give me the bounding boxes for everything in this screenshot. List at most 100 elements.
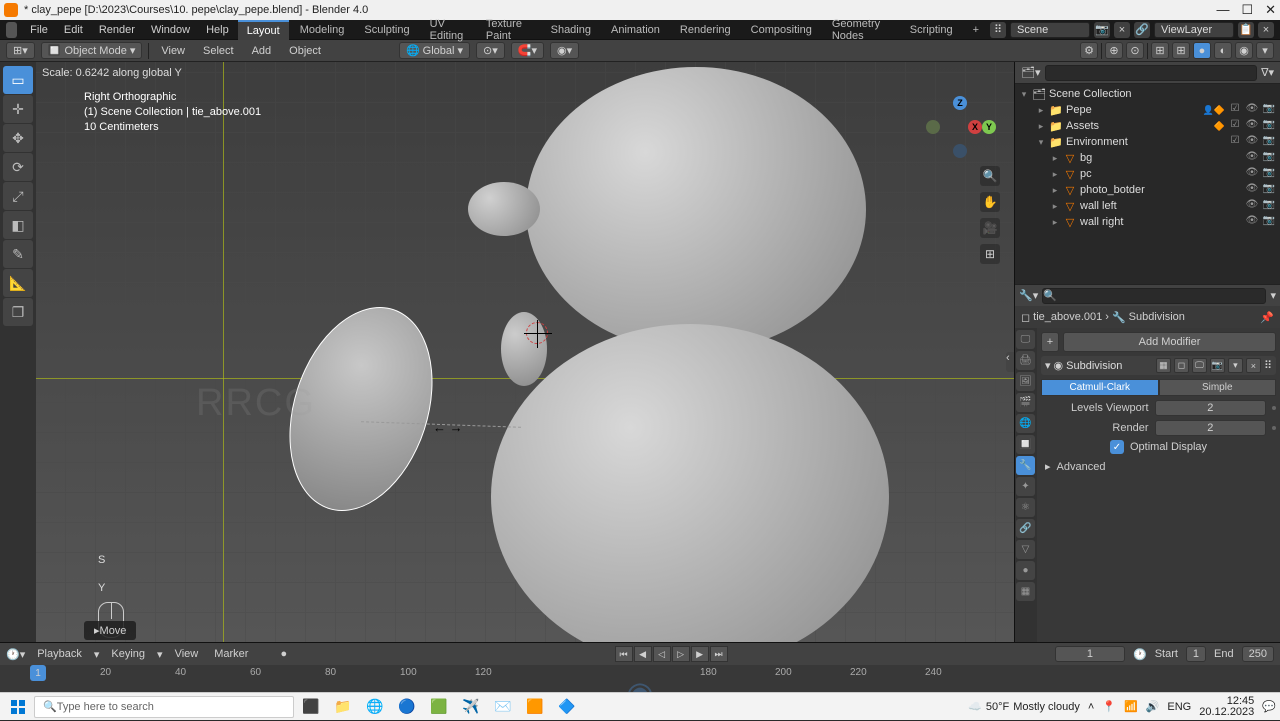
nav-gizmo[interactable]: Z X Y bbox=[926, 94, 996, 164]
preview-range-icon[interactable]: 🕐 bbox=[1133, 648, 1147, 661]
mod-dropdown-icon[interactable]: ▾ bbox=[1228, 358, 1243, 373]
end-frame[interactable]: 250 bbox=[1242, 646, 1274, 662]
tab-viewlayer-icon[interactable]: 🖼 bbox=[1016, 372, 1035, 391]
filter-icon[interactable]: ⚙ bbox=[1080, 42, 1098, 59]
taskbar-app2[interactable]: 🟩 bbox=[424, 693, 454, 721]
tab-world-icon[interactable]: 🌐 bbox=[1016, 414, 1035, 433]
tl-view[interactable]: View bbox=[171, 647, 203, 661]
add-modifier-plus[interactable]: + bbox=[1041, 332, 1059, 352]
tab-object-icon[interactable]: 🔲 bbox=[1016, 435, 1035, 454]
outliner-filter-icon[interactable]: ∇▾ bbox=[1261, 66, 1274, 79]
window-maximize[interactable]: ☐ bbox=[1241, 2, 1253, 18]
add-modifier-button[interactable]: Add Modifier bbox=[1063, 332, 1276, 352]
overlay-toggle-icon[interactable]: ⊙ bbox=[1126, 42, 1144, 59]
tab-modifier-icon[interactable]: 🔧 bbox=[1016, 456, 1035, 475]
tl-marker[interactable]: Marker bbox=[210, 647, 252, 661]
layer-browse-icon[interactable]: 🔗 bbox=[1134, 22, 1150, 38]
menu-file[interactable]: File bbox=[23, 22, 55, 38]
pan-icon[interactable]: ✋ bbox=[980, 192, 1000, 212]
editor-type-dropdown[interactable]: ⊞▾ bbox=[6, 42, 35, 59]
timeline-cursor[interactable]: 1 bbox=[30, 665, 46, 681]
lang-indicator[interactable]: ENG bbox=[1167, 701, 1191, 713]
taskbar-search[interactable]: 🔍 Type here to search bbox=[34, 696, 294, 718]
pivot-dropdown[interactable]: ⊙▾ bbox=[476, 42, 505, 59]
play-icon[interactable]: ▷ bbox=[672, 646, 690, 662]
workspace-sculpting[interactable]: Sculpting bbox=[355, 21, 418, 39]
notification-icon[interactable]: 💬 bbox=[1262, 700, 1276, 713]
gizmo-toggle-icon[interactable]: ⊕ bbox=[1105, 42, 1123, 59]
xray-toggle-icon[interactable]: ⊞ bbox=[1151, 42, 1169, 59]
render-levels-value[interactable]: 2 bbox=[1155, 420, 1267, 436]
shading-wire-icon[interactable]: ⊞ bbox=[1172, 42, 1190, 59]
tab-texture-icon[interactable]: ▦ bbox=[1016, 582, 1035, 601]
workspace-layout[interactable]: Layout bbox=[238, 20, 289, 40]
tl-keying[interactable]: Keying bbox=[107, 647, 149, 661]
mod-cage-toggle-icon[interactable]: ◻ bbox=[1174, 358, 1189, 373]
location-icon[interactable]: 📍 bbox=[1102, 700, 1116, 713]
timeline-track[interactable]: 1 20 40 60 80 100 120 180 200 220 240 bbox=[0, 665, 1280, 692]
menu-render[interactable]: Render bbox=[92, 22, 142, 38]
workspace-texpaint[interactable]: Texture Paint bbox=[477, 15, 540, 45]
keyframe-dot-icon[interactable] bbox=[1272, 406, 1276, 410]
tab-output-icon[interactable]: 🖨 bbox=[1016, 351, 1035, 370]
timeline-type-icon[interactable]: 🕐▾ bbox=[6, 648, 25, 661]
modifier-header[interactable]: ▾ ◉ Subdivision ▦ ◻ 🖵 📷 ▾ × ⠿ bbox=[1041, 356, 1276, 375]
tool-addcube[interactable]: ❐ bbox=[3, 298, 33, 326]
orientation-dropdown[interactable]: 🌐 Global ▾ bbox=[399, 42, 470, 59]
jump-start-icon[interactable]: ⏮ bbox=[615, 646, 633, 662]
tab-mesh-icon[interactable]: ▽ bbox=[1016, 540, 1035, 559]
layer-del-icon[interactable]: × bbox=[1258, 22, 1274, 38]
taskbar-app[interactable]: ⬛ bbox=[296, 693, 326, 721]
tab-render-icon[interactable]: 🖵 bbox=[1016, 330, 1035, 349]
subdiv-catmull-button[interactable]: Catmull-Clark bbox=[1041, 379, 1159, 396]
header-object[interactable]: Object bbox=[283, 44, 327, 58]
taskbar[interactable]: 🔍 Type here to search ⬛ 📁 🌐 🔵 🟩 ✈️ ✉️ 🟧 … bbox=[0, 692, 1280, 720]
tl-playback[interactable]: Playback bbox=[33, 647, 86, 661]
chevron-up-icon[interactable]: ˄ bbox=[1088, 701, 1094, 713]
gizmo-neg-z-icon[interactable] bbox=[953, 144, 967, 158]
mod-expand-icon[interactable]: ▾ bbox=[1045, 359, 1051, 372]
current-frame[interactable]: 1 bbox=[1055, 646, 1125, 662]
bc-mod-name[interactable]: Subdivision bbox=[1129, 311, 1185, 323]
keyframe-prev-icon[interactable]: ◀ bbox=[634, 646, 652, 662]
interaction-mode[interactable]: 🔲 Object Mode ▾ bbox=[41, 42, 143, 59]
props-options-icon[interactable]: ▾ bbox=[1270, 289, 1276, 302]
wifi-icon[interactable]: 📶 bbox=[1124, 700, 1138, 713]
mod-viewport-toggle-icon[interactable]: 🖵 bbox=[1192, 358, 1207, 373]
system-tray[interactable]: ☁️ 50°F Mostly cloudy ˄ 📍 📶 🔊 ENG 12:45 … bbox=[968, 696, 1276, 718]
viewport-3d[interactable]: Scale: 0.6242 along global Y Right Ortho… bbox=[36, 62, 1014, 642]
gizmo-y-icon[interactable]: Y bbox=[982, 120, 996, 134]
bc-object-name[interactable]: tie_above.001 bbox=[1033, 311, 1102, 323]
header-view[interactable]: View bbox=[155, 44, 191, 58]
workspace-geonodes[interactable]: Geometry Nodes bbox=[823, 15, 899, 45]
workspace-shading[interactable]: Shading bbox=[542, 21, 600, 39]
tool-rotate[interactable]: ⟳ bbox=[3, 153, 33, 181]
optimal-display-checkbox[interactable]: ✓ bbox=[1110, 440, 1124, 454]
workspace-add[interactable]: + bbox=[964, 21, 988, 39]
jump-end-icon[interactable]: ⏭ bbox=[710, 646, 728, 662]
workspace-compositing[interactable]: Compositing bbox=[742, 21, 821, 39]
tool-move[interactable]: ✥ bbox=[3, 124, 33, 152]
keyframe-next-icon[interactable]: ▶ bbox=[691, 646, 709, 662]
header-add[interactable]: Add bbox=[246, 44, 278, 58]
gizmo-z-icon[interactable]: Z bbox=[953, 96, 967, 110]
outliner-type-icon[interactable]: 🗂▾ bbox=[1021, 66, 1041, 79]
tool-annotate[interactable]: ✎ bbox=[3, 240, 33, 268]
taskbar-edge[interactable]: 🌐 bbox=[360, 693, 390, 721]
tool-transform[interactable]: ◧ bbox=[3, 211, 33, 239]
tool-select-box[interactable]: ▭ bbox=[3, 66, 33, 94]
scene-browse-icon[interactable]: ⠿ bbox=[990, 22, 1006, 38]
workspace-uv[interactable]: UV Editing bbox=[421, 15, 475, 45]
taskbar-explorer[interactable]: 📁 bbox=[328, 693, 358, 721]
taskbar-mail[interactable]: ✉️ bbox=[488, 693, 518, 721]
advanced-panel[interactable]: ▸ Advanced bbox=[1041, 458, 1276, 475]
layer-name[interactable]: ViewLayer bbox=[1154, 22, 1234, 38]
outliner-search[interactable] bbox=[1045, 65, 1258, 81]
start-frame[interactable]: 1 bbox=[1186, 646, 1206, 662]
props-type-icon[interactable]: 🔧▾ bbox=[1019, 289, 1038, 302]
npanel-handle[interactable]: ‹ bbox=[1006, 352, 1014, 372]
tab-material-icon[interactable]: ● bbox=[1016, 561, 1035, 580]
taskbar-app3[interactable]: 🔷 bbox=[552, 693, 582, 721]
mod-render-toggle-icon[interactable]: 📷 bbox=[1210, 358, 1225, 373]
workspace-rendering[interactable]: Rendering bbox=[671, 21, 740, 39]
